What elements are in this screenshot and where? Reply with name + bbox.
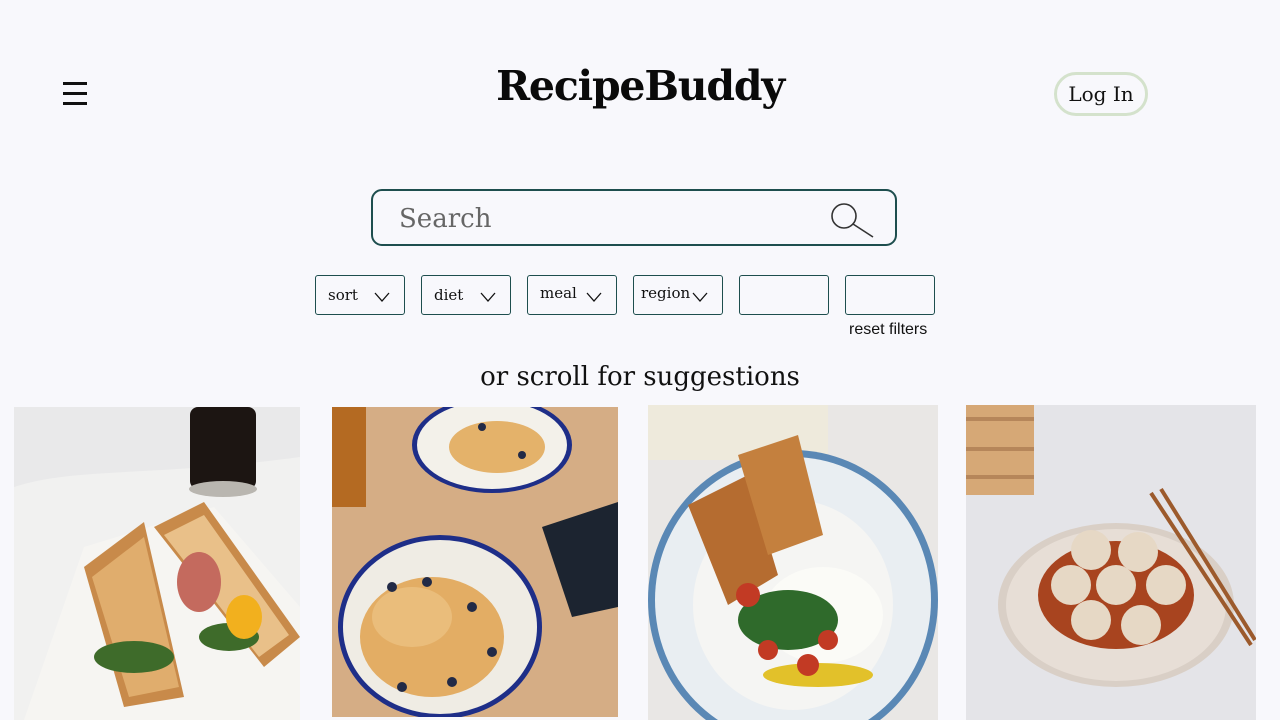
filter-empty-2[interactable] <box>845 275 935 315</box>
search-box <box>371 189 897 246</box>
filter-diet[interactable]: diet <box>421 275 511 315</box>
suggestions-heading: or scroll for suggestions <box>480 362 800 392</box>
filter-diet-label: diet <box>434 286 464 304</box>
search-input[interactable] <box>397 199 821 239</box>
page: RecipeBuddy Log In sort diet meal region… <box>0 0 1280 720</box>
recipe-card-pancakes[interactable] <box>332 407 618 717</box>
filter-meal[interactable]: meal <box>527 275 617 315</box>
chevron-down-icon <box>692 292 708 302</box>
chevron-down-icon <box>586 292 602 302</box>
login-button[interactable]: Log In <box>1054 72 1148 116</box>
recipe-image-dumplings <box>966 405 1256 720</box>
recipe-image-burrata <box>648 405 938 720</box>
filter-empty-1[interactable] <box>739 275 829 315</box>
recipe-image-pancakes <box>332 407 618 717</box>
filter-region[interactable]: region <box>633 275 723 315</box>
recipe-card-dumplings[interactable] <box>966 405 1256 720</box>
filter-sort[interactable]: sort <box>315 275 405 315</box>
recipe-image-sandwich <box>14 407 300 720</box>
filter-region-label: region <box>641 284 691 302</box>
recipe-card-burrata[interactable] <box>648 405 938 720</box>
search-icon[interactable] <box>829 201 875 239</box>
filter-meal-label: meal <box>540 284 577 302</box>
reset-filters-link[interactable]: reset filters <box>849 321 927 339</box>
filter-sort-label: sort <box>328 286 358 304</box>
chevron-down-icon <box>480 292 496 302</box>
chevron-down-icon <box>374 292 390 302</box>
recipe-card-sandwich[interactable] <box>14 407 300 720</box>
